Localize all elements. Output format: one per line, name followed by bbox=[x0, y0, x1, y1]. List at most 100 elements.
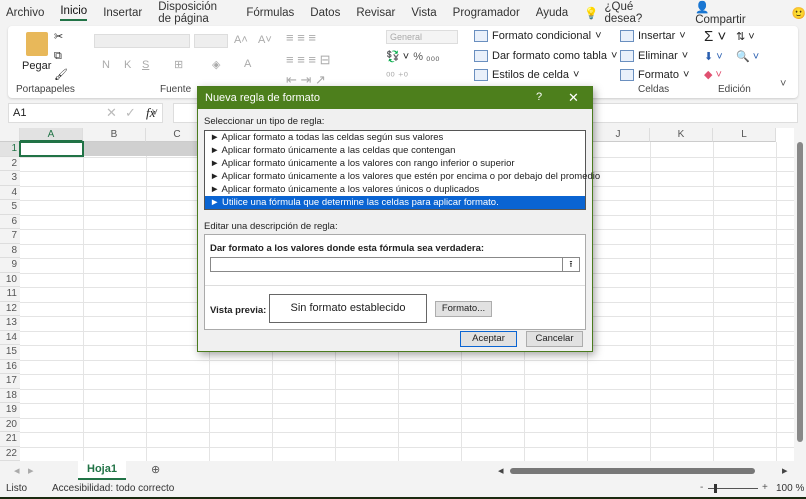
format-button[interactable]: Formato... bbox=[435, 301, 492, 317]
horizontal-scroll-thumb[interactable] bbox=[510, 468, 755, 474]
font-color-icon[interactable]: A bbox=[244, 58, 251, 70]
fx-icon[interactable]: fx bbox=[146, 105, 155, 121]
tab-disposicion[interactable]: Disposición de página bbox=[158, 1, 230, 25]
sort-filter-icon[interactable]: ⇅ ˅ bbox=[736, 30, 755, 43]
dialog-title-bar[interactable]: Nueva regla de formato ? ✕ bbox=[198, 87, 592, 109]
prev-sheet-icon[interactable]: ◂ bbox=[14, 464, 20, 477]
enter-icon[interactable]: ✓ bbox=[125, 105, 136, 121]
collapse-ribbon-icon[interactable]: ˅ bbox=[780, 78, 786, 90]
row-header[interactable]: 14 bbox=[0, 330, 20, 345]
smiley-icon[interactable]: 🙂 bbox=[792, 6, 806, 20]
align-left-icon[interactable]: ≡ ≡ ≡ ⊟ bbox=[286, 52, 330, 68]
row-header[interactable]: 4 bbox=[0, 185, 20, 200]
vertical-scroll-thumb[interactable] bbox=[797, 142, 803, 442]
align-top-icon[interactable]: ≡ ≡ ≡ bbox=[286, 30, 316, 45]
zoom-level[interactable]: 100 % bbox=[776, 483, 804, 494]
search-box[interactable]: ¿Qué desea? bbox=[605, 1, 650, 25]
currency-icon[interactable]: 💱 ˅ % ₀₀₀ bbox=[386, 50, 440, 64]
select-all[interactable] bbox=[0, 128, 20, 142]
rule-type-item[interactable]: ► Aplicar formato únicamente a las celda… bbox=[205, 144, 585, 157]
row-header[interactable]: 2 bbox=[0, 156, 20, 171]
bold-button[interactable]: N bbox=[102, 59, 110, 71]
row-header[interactable]: 5 bbox=[0, 200, 20, 215]
row-header[interactable]: 13 bbox=[0, 316, 20, 331]
tab-revisar[interactable]: Revisar bbox=[356, 7, 395, 19]
row-header[interactable]: 18 bbox=[0, 388, 20, 403]
column-header[interactable]: J bbox=[587, 128, 650, 142]
conditional-format-button[interactable]: Formato condicional ˅ bbox=[474, 30, 602, 42]
add-sheet-icon[interactable]: ⊕ bbox=[151, 463, 160, 476]
share-button[interactable]: 👤 Compartir bbox=[695, 0, 761, 26]
tab-ayuda[interactable]: Ayuda bbox=[536, 7, 568, 19]
tab-datos[interactable]: Datos bbox=[310, 7, 340, 19]
italic-button[interactable]: K bbox=[124, 59, 131, 71]
find-icon[interactable]: 🔍 ˅ bbox=[736, 50, 759, 63]
rule-type-item[interactable]: ► Aplicar formato únicamente a los valor… bbox=[205, 183, 585, 196]
row-header[interactable]: 8 bbox=[0, 243, 20, 258]
tab-formulas[interactable]: Fórmulas bbox=[246, 7, 294, 19]
row-header[interactable]: 10 bbox=[0, 272, 20, 287]
shrink-font-icon[interactable]: A˅ bbox=[258, 34, 272, 46]
format-cells-button[interactable]: Formato ˅ bbox=[620, 69, 689, 81]
borders-icon[interactable]: ⊞ bbox=[174, 58, 183, 71]
row-header[interactable]: 3 bbox=[0, 171, 20, 186]
row-header[interactable]: 12 bbox=[0, 301, 20, 316]
row-header[interactable]: 6 bbox=[0, 214, 20, 229]
row-header[interactable]: 15 bbox=[0, 345, 20, 360]
sheet-tab-hoja1[interactable]: Hoja1 bbox=[78, 461, 126, 480]
zoom-in-icon[interactable]: + bbox=[762, 482, 768, 493]
row-header[interactable]: 1 bbox=[0, 142, 20, 157]
underline-button[interactable]: S bbox=[142, 59, 149, 71]
row-header[interactable]: 22 bbox=[0, 446, 20, 461]
ok-button[interactable]: Aceptar bbox=[460, 331, 517, 347]
paste-button[interactable]: Pegar bbox=[22, 32, 51, 72]
insert-cells-button[interactable]: Insertar ˅ bbox=[620, 30, 686, 42]
tab-programador[interactable]: Programador bbox=[453, 7, 520, 19]
grow-font-icon[interactable]: A˄ bbox=[234, 34, 248, 46]
name-box[interactable]: A1 ˅ bbox=[8, 103, 163, 123]
clear-icon[interactable]: ◆ ˅ bbox=[704, 68, 722, 81]
rule-type-item[interactable]: ► Aplicar formato a todas las celdas seg… bbox=[205, 131, 585, 144]
row-header[interactable]: 17 bbox=[0, 374, 20, 389]
font-name-select[interactable] bbox=[94, 34, 190, 48]
rule-type-list[interactable]: ► Aplicar formato a todas las celdas seg… bbox=[204, 130, 600, 210]
fill-icon[interactable]: ⬇ ˅ bbox=[704, 50, 723, 63]
column-header[interactable]: A bbox=[20, 128, 83, 142]
row-header[interactable]: 19 bbox=[0, 403, 20, 418]
column-header[interactable]: B bbox=[83, 128, 146, 142]
row-header[interactable]: 11 bbox=[0, 287, 20, 302]
row-header[interactable]: 9 bbox=[0, 258, 20, 273]
cut-icon[interactable]: ✂ bbox=[54, 30, 63, 43]
cancel-icon[interactable]: ✕ bbox=[106, 105, 117, 121]
collapse-dialog-icon[interactable]: ⭱ bbox=[562, 258, 579, 271]
row-header[interactable]: 7 bbox=[0, 229, 20, 244]
rule-type-item[interactable]: ► Aplicar formato únicamente a los valor… bbox=[205, 157, 585, 170]
fill-color-icon[interactable]: ◈ bbox=[212, 58, 220, 71]
cancel-button[interactable]: Cancelar bbox=[526, 331, 583, 347]
format-painter-icon[interactable]: 🖌 bbox=[54, 68, 68, 81]
close-icon[interactable]: ✕ bbox=[568, 90, 579, 106]
cell-styles-button[interactable]: Estilos de celda ˅ bbox=[474, 69, 579, 81]
active-cell-a1[interactable] bbox=[19, 141, 84, 157]
scroll-right-icon[interactable]: ▸ bbox=[782, 464, 788, 477]
tab-insertar[interactable]: Insertar bbox=[103, 7, 142, 19]
vertical-scrollbar[interactable] bbox=[794, 128, 806, 461]
column-header[interactable]: L bbox=[713, 128, 776, 142]
row-header[interactable]: 20 bbox=[0, 417, 20, 432]
number-format-select[interactable]: General bbox=[386, 30, 458, 44]
rule-type-item[interactable]: ► Aplicar formato únicamente a los valor… bbox=[205, 170, 600, 183]
tab-vista[interactable]: Vista bbox=[411, 7, 436, 19]
format-as-table-button[interactable]: Dar formato como tabla ˅ bbox=[474, 50, 617, 62]
font-size-select[interactable] bbox=[194, 34, 228, 48]
scroll-left-icon[interactable]: ◂ bbox=[498, 464, 504, 477]
zoom-slider-thumb[interactable] bbox=[714, 484, 717, 493]
decimal-icon[interactable]: ⁰⁰ ⁺⁰ bbox=[386, 70, 408, 83]
row-header[interactable]: 16 bbox=[0, 359, 20, 374]
accessibility-status[interactable]: Accesibilidad: todo correcto bbox=[52, 483, 174, 494]
next-sheet-icon[interactable]: ▸ bbox=[28, 464, 34, 477]
tab-inicio[interactable]: Inicio bbox=[60, 5, 88, 21]
delete-cells-button[interactable]: Eliminar ˅ bbox=[620, 50, 688, 62]
copy-icon[interactable]: ⧉ bbox=[54, 50, 62, 63]
tab-archivo[interactable]: Archivo bbox=[6, 7, 44, 19]
rule-type-item[interactable]: ► Utilice una fórmula que determine las … bbox=[205, 196, 585, 209]
